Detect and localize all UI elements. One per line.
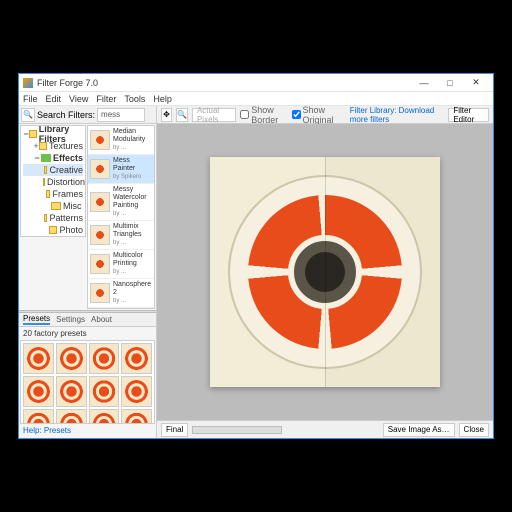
preset-thumb[interactable]: [121, 409, 152, 425]
tab-about[interactable]: About: [91, 315, 112, 324]
result-item[interactable]: Multicolor Printingby ...: [88, 250, 154, 279]
maximize-button[interactable]: □: [437, 76, 463, 90]
preset-thumb[interactable]: [121, 376, 152, 407]
zoom-icon[interactable]: 🔍: [176, 108, 188, 122]
result-item[interactable]: Messy Watercolor Paintingby ...: [88, 184, 154, 221]
preset-thumb[interactable]: [89, 343, 120, 374]
result-item[interactable]: Multimix Trianglesby ...: [88, 221, 154, 250]
tab-presets[interactable]: Presets: [23, 314, 50, 325]
preset-thumb[interactable]: [56, 376, 87, 407]
search-toolbar: 🔍 Search Filters:: [19, 106, 156, 124]
preset-thumb[interactable]: [23, 376, 54, 407]
preview-image: [210, 157, 440, 387]
tree-node[interactable]: Patterns: [23, 212, 83, 224]
progress-bar: [192, 426, 282, 434]
preset-thumb[interactable]: [56, 343, 87, 374]
tree-node[interactable]: −Library Filters: [23, 128, 83, 140]
preview-canvas[interactable]: [157, 124, 493, 420]
close-button[interactable]: ✕: [463, 76, 489, 90]
filter-editor-button[interactable]: Filter Editor: [448, 108, 489, 122]
search-input[interactable]: [97, 108, 145, 122]
download-filters-link[interactable]: Filter Library: Download more filters: [350, 106, 445, 124]
menu-file[interactable]: File: [23, 94, 38, 104]
preset-thumb[interactable]: [89, 409, 120, 425]
show-border-checkbox[interactable]: Show Border: [240, 106, 287, 125]
final-button[interactable]: Final: [161, 423, 188, 437]
left-tabs: Presets Settings About: [19, 313, 156, 327]
menu-view[interactable]: View: [69, 94, 88, 104]
result-item[interactable]: Nanosphere 2by ...: [88, 279, 154, 308]
tree-node[interactable]: Creative: [23, 164, 83, 176]
app-title: Filter Forge 7.0: [37, 78, 411, 88]
menu-help[interactable]: Help: [153, 94, 172, 104]
menu-tools[interactable]: Tools: [124, 94, 145, 104]
titlebar[interactable]: Filter Forge 7.0 — □ ✕: [19, 74, 493, 92]
filter-tree[interactable]: −Library Filters+Textures−EffectsCreativ…: [20, 125, 86, 237]
help-presets-link[interactable]: Help: Presets: [19, 424, 156, 438]
tree-node[interactable]: Misc: [23, 200, 83, 212]
tree-node[interactable]: +Textures: [23, 140, 83, 152]
menubar: File Edit View Filter Tools Help: [19, 92, 493, 106]
main-area: 🔍 Search Filters: −Library Filters+Textu…: [19, 106, 493, 438]
search-filters-label: Search Filters:: [37, 110, 95, 120]
preset-thumb[interactable]: [121, 343, 152, 374]
pan-icon[interactable]: ✥: [161, 108, 172, 122]
search-icon[interactable]: 🔍: [21, 108, 35, 122]
tree-node[interactable]: Distortions: [23, 176, 83, 188]
result-item[interactable]: Median Modularityby ...: [88, 126, 154, 155]
menu-edit[interactable]: Edit: [46, 94, 62, 104]
search-results-list[interactable]: Median Modularityby ...Mess Painterby Sp…: [87, 125, 155, 309]
presets-header: 20 factory presets: [19, 327, 156, 340]
save-image-button[interactable]: Save Image As…: [383, 423, 455, 437]
center-panel: ✥ 🔍 Actual Pixels Show Border Show Origi…: [157, 106, 493, 438]
tree-node[interactable]: Photo: [23, 224, 83, 236]
left-panel: 🔍 Search Filters: −Library Filters+Textu…: [19, 106, 157, 438]
actual-pixels-button[interactable]: Actual Pixels: [192, 108, 236, 122]
tree-node[interactable]: −Effects: [23, 152, 83, 164]
result-item[interactable]: Mess Painterby Spikero: [88, 155, 154, 184]
minimize-button[interactable]: —: [411, 76, 437, 90]
preset-thumb[interactable]: [23, 409, 54, 425]
compare-divider[interactable]: [325, 157, 326, 387]
app-icon: [23, 78, 33, 88]
presets-grid[interactable]: [20, 340, 155, 424]
tab-settings[interactable]: Settings: [56, 315, 85, 324]
preview-toolbar: ✥ 🔍 Actual Pixels Show Border Show Origi…: [157, 106, 493, 124]
tree-node[interactable]: Snippets: [23, 236, 83, 237]
preset-thumb[interactable]: [23, 343, 54, 374]
app-window: Filter Forge 7.0 — □ ✕ File Edit View Fi…: [18, 73, 494, 439]
close-panel-button[interactable]: Close: [459, 423, 489, 437]
tree-node[interactable]: Frames: [23, 188, 83, 200]
preset-thumb[interactable]: [56, 409, 87, 425]
menu-filter[interactable]: Filter: [96, 94, 116, 104]
bottom-bar: Final Save Image As… Close: [157, 420, 493, 438]
preset-thumb[interactable]: [89, 376, 120, 407]
show-original-checkbox[interactable]: Show Original: [292, 106, 342, 125]
